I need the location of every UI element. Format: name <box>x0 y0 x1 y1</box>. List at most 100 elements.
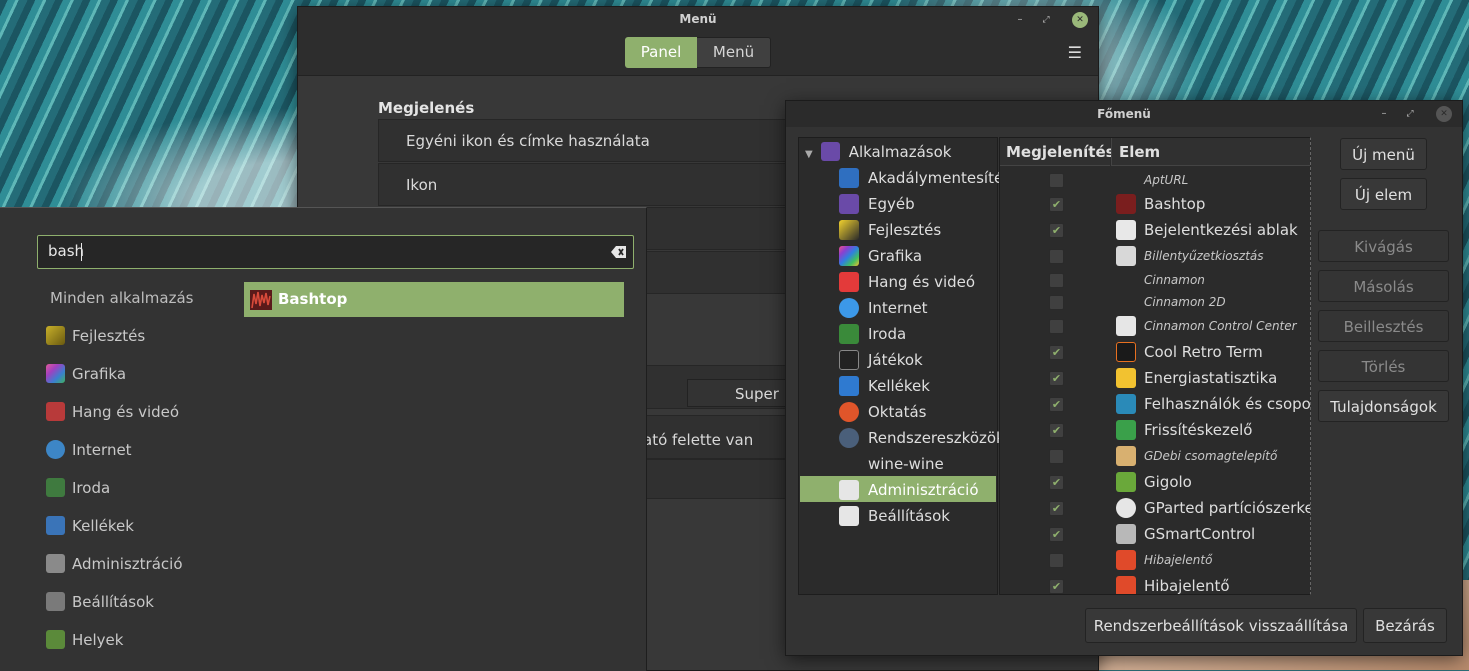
list-row[interactable]: ✔ Hibajelentő <box>1000 573 1310 594</box>
show-checkbox[interactable] <box>1049 449 1064 464</box>
item-label: GParted partíciószerkesztő <box>1144 499 1310 517</box>
settings-icon <box>46 592 65 611</box>
show-checkbox[interactable] <box>1049 273 1064 288</box>
system-tools-icon <box>839 428 859 448</box>
show-checkbox[interactable] <box>1049 319 1064 334</box>
minimize-icon[interactable]: – <box>1376 106 1392 122</box>
category-adminisztracio[interactable]: Adminisztráció <box>46 552 183 576</box>
category-label: Grafika <box>72 365 127 383</box>
show-checkbox[interactable]: ✔ <box>1049 197 1064 212</box>
list-row[interactable]: Hibajelentő <box>1000 547 1310 573</box>
apturl-icon <box>1116 170 1136 190</box>
administration-icon <box>839 480 859 500</box>
category-helyek[interactable]: Helyek <box>46 628 123 652</box>
list-row[interactable]: Cinnamon Control Center <box>1000 313 1310 339</box>
show-checkbox[interactable] <box>1049 249 1064 264</box>
close-icon[interactable]: ✕ <box>1072 12 1088 28</box>
education-icon <box>839 402 859 422</box>
category-label: Internet <box>72 441 132 459</box>
menu-titlebar: Menü – ⤢ ✕ Panel Menü ☰ <box>298 7 1098 76</box>
tab-menu[interactable]: Menü <box>697 37 771 68</box>
search-result-bashtop[interactable]: Bashtop <box>244 282 624 317</box>
list-row[interactable]: Billentyűzetkiosztás <box>1000 243 1310 269</box>
item-label: Frissítéskezelő <box>1144 421 1253 439</box>
column-header-item[interactable]: Elem <box>1111 138 1310 166</box>
category-tree: ▼ Alkalmazások Akadálymentesítés Egyéb Fe… <box>798 137 1011 595</box>
tree-item-label: Internet <box>868 299 928 317</box>
tree-item-label: wine-wine <box>868 455 944 473</box>
show-checkbox[interactable]: ✔ <box>1049 527 1064 542</box>
settings-icon <box>839 506 859 526</box>
close-icon[interactable]: ✕ <box>1436 106 1452 122</box>
search-input[interactable]: bash <box>37 235 634 269</box>
show-checkbox[interactable]: ✔ <box>1049 579 1064 594</box>
show-checkbox[interactable]: ✔ <box>1049 501 1064 516</box>
item-label: Billentyűzetkiosztás <box>1144 249 1264 263</box>
category-beallitasok[interactable]: Beállítások <box>46 590 154 614</box>
hotkey-button[interactable]: Super L <box>687 379 797 407</box>
hamburger-menu-icon[interactable]: ☰ <box>1068 43 1082 62</box>
wine-icon <box>839 454 859 474</box>
tree-item-label: Rendszereszközök <box>868 429 1005 447</box>
clear-search-icon[interactable] <box>611 245 627 259</box>
category-internet[interactable]: Internet <box>46 438 132 462</box>
category-grafika[interactable]: Grafika <box>46 362 126 386</box>
list-row[interactable]: ✔ Bejelentkezési ablak <box>1000 217 1310 243</box>
category-hang-es-video[interactable]: Hang és videó <box>46 400 179 424</box>
show-checkbox[interactable]: ✔ <box>1049 371 1064 386</box>
new-item-button[interactable]: Új elem <box>1340 178 1427 210</box>
bashtop-icon <box>1116 194 1136 214</box>
maximize-icon[interactable]: ⤢ <box>1402 106 1418 122</box>
list-row[interactable]: ✔ GParted partíciószerkesztő <box>1000 495 1310 521</box>
show-checkbox[interactable] <box>1049 553 1064 568</box>
gdebi-icon <box>1116 446 1136 466</box>
show-checkbox[interactable]: ✔ <box>1049 397 1064 412</box>
tree-item-label: Hang és videó <box>868 273 976 291</box>
show-checkbox[interactable]: ✔ <box>1049 345 1064 360</box>
minimize-icon[interactable]: – <box>1012 12 1028 28</box>
office-icon <box>839 324 859 344</box>
paste-button[interactable]: Beillesztés <box>1318 310 1449 342</box>
new-menu-button[interactable]: Új menü <box>1340 138 1427 170</box>
list-row[interactable]: ✔ Frissítéskezelő <box>1000 417 1310 443</box>
setting-row-icon[interactable]: Ikon <box>378 163 798 206</box>
list-row[interactable]: GDebi csomagtelepítő <box>1000 443 1310 469</box>
list-row[interactable]: ✔ Cool Retro Term <box>1000 339 1310 365</box>
properties-button[interactable]: Tulajdonságok <box>1318 390 1449 422</box>
item-label: Cinnamon 2D <box>1144 295 1226 309</box>
setting-row-custom-icon[interactable]: Egyéni ikon és címke használata <box>378 119 798 162</box>
list-row[interactable]: ✔ Felhasználók és csoportok <box>1000 391 1310 417</box>
list-row[interactable]: Cinnamon 2D <box>1000 289 1310 315</box>
cut-button[interactable]: Kivágás <box>1318 230 1449 262</box>
gparted-icon <box>1116 498 1136 518</box>
category-iroda[interactable]: Iroda <box>46 476 110 500</box>
main-menu-editor-window: Főmenü – ⤢ ✕ ▼ Alkalmazások Akadálymentes… <box>786 101 1462 655</box>
list-row[interactable]: ✔ GSmartControl <box>1000 521 1310 547</box>
category-label: Kellékek <box>72 517 134 535</box>
list-row[interactable]: ✔ Bashtop <box>1000 191 1310 217</box>
delete-button[interactable]: Törlés <box>1318 350 1449 382</box>
show-checkbox[interactable] <box>1049 173 1064 188</box>
gigolo-icon <box>1116 472 1136 492</box>
category-fejlesztes[interactable]: Fejlesztés <box>46 324 145 348</box>
category-all-apps[interactable]: Minden alkalmazás <box>50 289 193 307</box>
tree-item-label: Fejlesztés <box>868 221 942 239</box>
column-header-show[interactable]: Megjelenítés <box>1000 138 1115 166</box>
restore-defaults-button[interactable]: Rendszerbeállítások visszaállítása <box>1085 608 1357 643</box>
maximize-icon[interactable]: ⤢ <box>1038 12 1054 28</box>
category-label: Iroda <box>72 479 111 497</box>
expander-down-icon[interactable]: ▼ <box>805 149 813 160</box>
show-checkbox[interactable]: ✔ <box>1049 475 1064 490</box>
list-row[interactable]: ✔ Gigolo <box>1000 469 1310 495</box>
show-checkbox[interactable]: ✔ <box>1049 423 1064 438</box>
copy-button[interactable]: Másolás <box>1318 270 1449 302</box>
category-kellekek[interactable]: Kellékek <box>46 514 134 538</box>
bashtop-icon <box>250 290 272 310</box>
show-checkbox[interactable]: ✔ <box>1049 223 1064 238</box>
show-checkbox[interactable] <box>1049 295 1064 310</box>
tree-root[interactable]: ▼ Alkalmazások <box>805 139 951 165</box>
close-button[interactable]: Bezárás <box>1363 608 1447 643</box>
list-row[interactable]: ✔ Energiastatisztika <box>1000 365 1310 391</box>
list-row[interactable]: AptURL <box>1000 167 1310 193</box>
tab-panel[interactable]: Panel <box>625 37 697 68</box>
